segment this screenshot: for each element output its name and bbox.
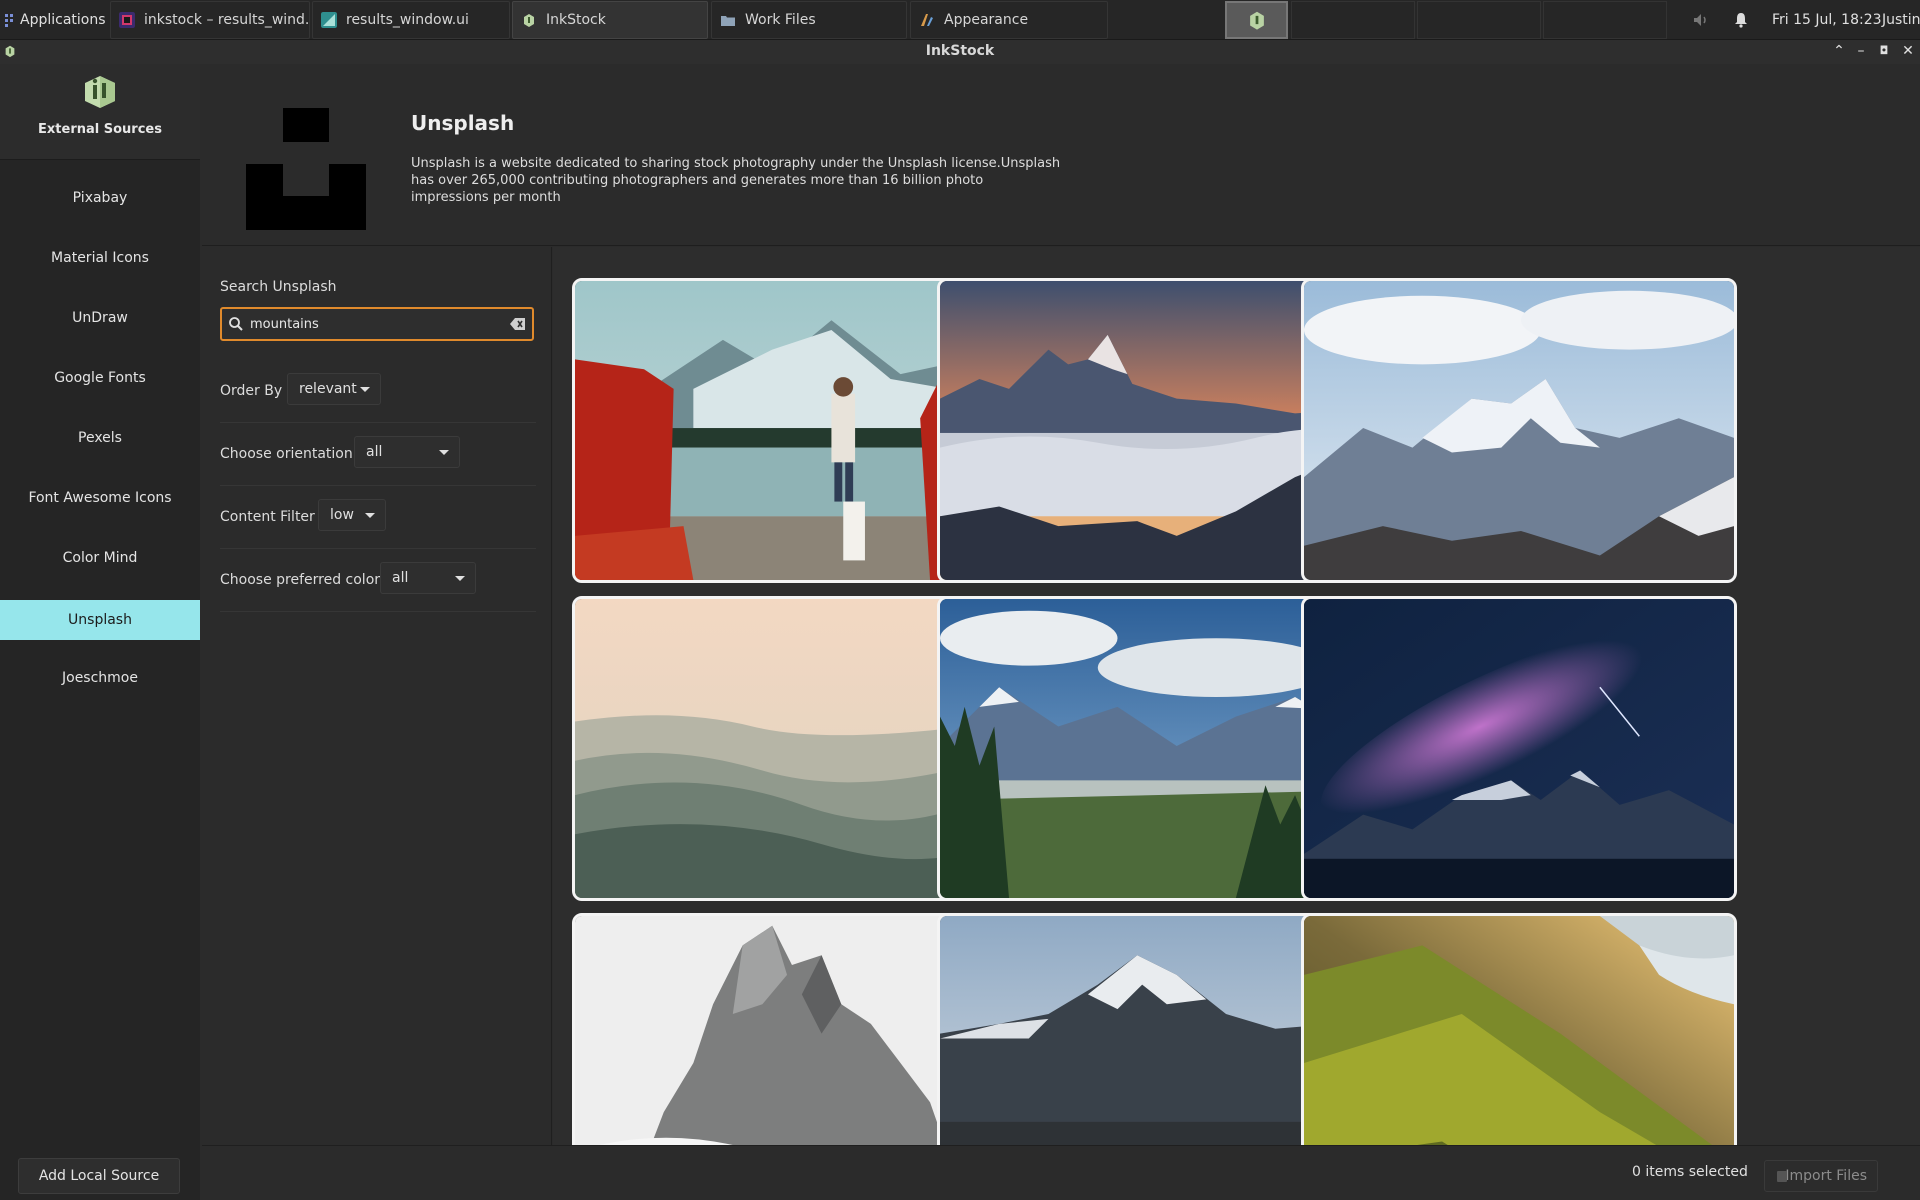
task-results-window-ui[interactable]: results_window.ui <box>312 1 510 39</box>
selection-count: 0 items selected <box>1632 1164 1748 1180</box>
preferred-color-row: Choose preferred color all <box>220 550 536 612</box>
add-local-source-button[interactable]: Add Local Source <box>18 1158 180 1194</box>
sidebar-header-label: External Sources <box>38 122 162 137</box>
sidebar-item-font-awesome-icons[interactable]: Font Awesome Icons <box>0 478 200 518</box>
window-title: InkStock <box>925 43 995 59</box>
sidebar-item-pixabay[interactable]: Pixabay <box>0 178 200 218</box>
import-files-button[interactable]: Import Files <box>1764 1160 1878 1192</box>
sidebar-item-material-icons[interactable]: Material Icons <box>0 238 200 278</box>
order-by-dropdown[interactable]: relevant <box>287 373 381 405</box>
clock[interactable]: Fri 15 Jul, 18:23 <box>1772 0 1882 40</box>
sidebar-header: External Sources <box>0 64 200 160</box>
result-image[interactable] <box>1301 596 1737 901</box>
preferred-color-dropdown[interactable]: all <box>380 562 476 594</box>
task-work-files[interactable]: Work Files <box>711 1 907 39</box>
folder-icon <box>721 16 735 26</box>
task-label: Appearance <box>944 12 1029 28</box>
source-description: Unsplash is a website dedicated to shari… <box>411 156 1061 205</box>
orientation-value: all <box>366 444 383 460</box>
ide-icon <box>119 12 135 28</box>
search-label: Search Unsplash <box>220 279 337 295</box>
photo-milky-way-mountains <box>1304 599 1734 898</box>
chevron-down-icon <box>439 450 449 455</box>
content-filter-label: Content Filter <box>220 509 315 525</box>
order-by-row: Order By relevant <box>220 361 536 423</box>
glade-icon <box>321 12 337 28</box>
chevron-down-icon <box>360 387 370 392</box>
inkstock-icon <box>524 14 534 27</box>
user-menu[interactable]: Justin <box>1882 0 1920 40</box>
import-icon <box>1777 1171 1787 1182</box>
minimize-button[interactable]: – <box>1852 42 1870 60</box>
clear-search-icon[interactable] <box>510 317 526 331</box>
orientation-label: Choose orientation <box>220 446 353 462</box>
task-label: Work Files <box>745 12 816 28</box>
sidebar-item-joeschmoe[interactable]: Joeschmoe <box>0 658 200 698</box>
task-label: InkStock <box>546 12 606 28</box>
task-appearance[interactable]: Appearance <box>910 1 1108 39</box>
applications-label: Applications <box>20 12 106 28</box>
search-box <box>220 307 534 341</box>
applications-menu[interactable]: Applications <box>0 0 106 40</box>
top-panel: Applications inkstock – results_wind... … <box>0 0 1920 40</box>
workspace-thumbnail[interactable] <box>1225 1 1288 39</box>
order-by-label: Order By <box>220 383 283 399</box>
status-bar: 0 items selected Import Files <box>202 1145 1920 1200</box>
content-filter-row: Content Filter low <box>220 487 536 549</box>
result-image[interactable] <box>1301 913 1737 1145</box>
orientation-dropdown[interactable]: all <box>354 436 460 468</box>
sources-sidebar: External Sources Pixabay Material Icons … <box>0 64 200 1200</box>
content-filter-value: low <box>330 507 354 523</box>
window-titlebar[interactable]: InkStock ⌃ – ◘ ✕ <box>0 40 1920 64</box>
filters-panel: Search Unsplash Order By relevant Choose… <box>202 247 552 1145</box>
search-input[interactable] <box>250 311 500 337</box>
import-files-label: Import Files <box>1785 1168 1867 1184</box>
volume-icon[interactable] <box>1692 12 1710 28</box>
inkstock-icon <box>1250 11 1264 30</box>
chevron-down-icon <box>455 576 465 581</box>
task-label: inkstock – results_wind... <box>144 12 310 28</box>
close-window-button[interactable]: ✕ <box>1899 42 1917 60</box>
appearance-icon <box>921 14 933 26</box>
search-icon <box>229 317 243 331</box>
results-gallery[interactable] <box>553 247 1920 1145</box>
sidebar-item-undraw[interactable]: UnDraw <box>0 298 200 338</box>
photo-green-slope-sunset <box>1304 916 1734 1145</box>
workspace-slot[interactable] <box>1543 1 1667 39</box>
notification-bell-icon[interactable] <box>1733 12 1749 28</box>
sidebar-item-google-fonts[interactable]: Google Fonts <box>0 358 200 398</box>
orientation-row: Choose orientation all <box>220 424 536 486</box>
chevron-down-icon <box>365 513 375 518</box>
workspace-slot[interactable] <box>1417 1 1541 39</box>
source-title: Unsplash <box>411 111 515 135</box>
result-image[interactable] <box>1301 278 1737 583</box>
content-filter-dropdown[interactable]: low <box>318 499 386 531</box>
workspace-slot[interactable] <box>1291 1 1415 39</box>
maximize-button[interactable]: ◘ <box>1875 42 1893 60</box>
source-header: Unsplash Unsplash is a website dedicated… <box>202 64 1920 246</box>
inkstock-logo-icon <box>85 76 115 108</box>
sidebar-item-unsplash[interactable]: Unsplash <box>0 600 200 640</box>
task-inkstock[interactable]: InkStock <box>512 1 708 39</box>
unsplash-logo-icon <box>246 108 366 230</box>
order-by-value: relevant <box>299 381 357 397</box>
applications-icon <box>5 14 13 27</box>
shade-window-button[interactable]: ⌃ <box>1830 42 1848 60</box>
photo-snowy-peak <box>1304 281 1734 580</box>
preferred-color-value: all <box>392 570 409 586</box>
sidebar-item-color-mind[interactable]: Color Mind <box>0 538 200 578</box>
task-inkstock-results-window[interactable]: inkstock – results_wind... <box>110 1 310 39</box>
task-label: results_window.ui <box>346 12 469 28</box>
preferred-color-label: Choose preferred color <box>220 572 381 588</box>
sidebar-item-pexels[interactable]: Pexels <box>0 418 200 458</box>
